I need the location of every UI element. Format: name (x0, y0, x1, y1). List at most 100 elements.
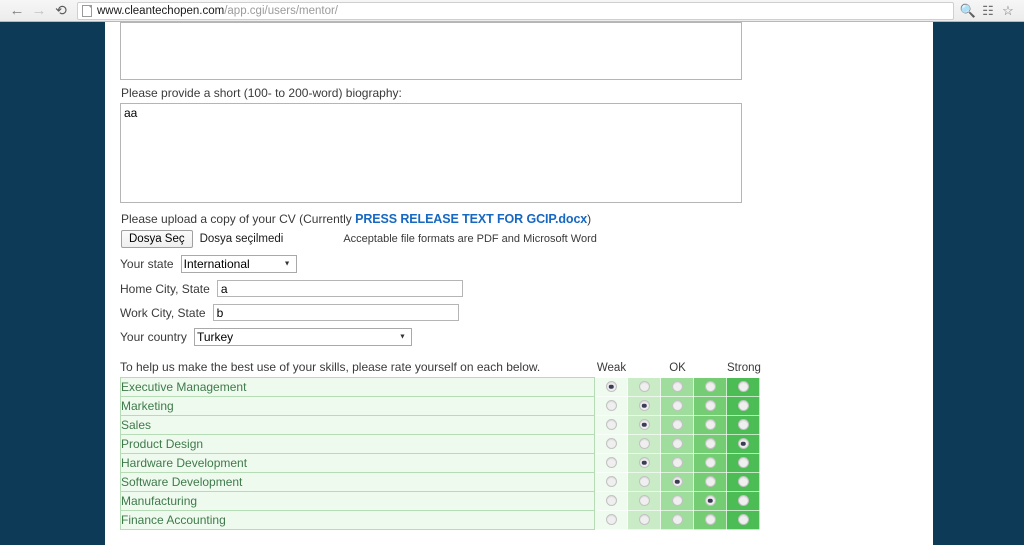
skill-rating-cell[interactable] (693, 491, 727, 511)
rating-radio-2[interactable] (638, 495, 650, 507)
cv-file-link[interactable]: PRESS RELEASE TEXT FOR GCIP.docx (355, 212, 587, 226)
skill-rating-cell[interactable] (594, 510, 628, 530)
skill-rating-cell[interactable] (693, 453, 727, 473)
rating-radio-4[interactable] (704, 476, 716, 488)
rating-radio-2[interactable] (638, 381, 650, 393)
rating-radio-4[interactable] (704, 457, 716, 469)
rating-radio-3[interactable] (671, 381, 683, 393)
skill-rating-cell[interactable] (726, 396, 760, 416)
skill-rating-cell[interactable] (726, 453, 760, 473)
rating-radio-5[interactable] (737, 381, 749, 393)
skill-rating-cell[interactable] (627, 396, 661, 416)
rating-radio-1[interactable] (605, 514, 617, 526)
skill-rating-cell[interactable] (726, 472, 760, 492)
rating-radio-3[interactable] (671, 400, 683, 412)
state-select-wrapper[interactable]: International (180, 255, 297, 273)
rating-radio-3[interactable] (671, 457, 683, 469)
skill-rating-cell[interactable] (627, 472, 661, 492)
skill-rating-cell[interactable] (594, 453, 628, 473)
skill-rating-cell[interactable] (726, 491, 760, 511)
skill-rating-cell[interactable] (660, 396, 694, 416)
skill-rating-cell[interactable] (594, 491, 628, 511)
choose-file-button[interactable]: Dosya Seç (121, 230, 193, 248)
back-arrow-icon[interactable]: ← (6, 1, 28, 21)
star-icon[interactable]: ☆ (998, 1, 1018, 21)
skill-rating-cell[interactable] (660, 377, 694, 397)
rating-radio-1[interactable] (605, 495, 617, 507)
mentor-form: Please provide a short (100- to 200-word… (120, 22, 780, 530)
skill-rating-cell[interactable] (693, 510, 727, 530)
skill-rating-cell[interactable] (660, 472, 694, 492)
skill-rating-cell[interactable] (627, 453, 661, 473)
rating-radio-4[interactable] (704, 381, 716, 393)
skill-rating-cell[interactable] (693, 472, 727, 492)
rating-radio-5[interactable] (737, 495, 749, 507)
rating-radio-2[interactable] (638, 400, 650, 412)
rating-radio-1[interactable] (605, 400, 617, 412)
extension-icon[interactable]: ☷ (978, 1, 998, 21)
rating-radio-2[interactable] (638, 419, 650, 431)
skill-rating-cell[interactable] (693, 377, 727, 397)
file-upload-row: Dosya Seç Dosya seçilmedi Acceptable fil… (121, 230, 780, 248)
rating-radio-1[interactable] (605, 438, 617, 450)
skill-rating-cell[interactable] (660, 491, 694, 511)
rating-radio-2[interactable] (638, 476, 650, 488)
rating-radio-3[interactable] (671, 495, 683, 507)
skill-rating-cell[interactable] (594, 434, 628, 454)
skill-rating-cell[interactable] (627, 491, 661, 511)
rating-radio-4[interactable] (704, 514, 716, 526)
country-select-wrapper[interactable]: Turkey (193, 328, 412, 346)
rating-radio-5[interactable] (737, 514, 749, 526)
rating-radio-5[interactable] (737, 400, 749, 412)
rating-radio-5[interactable] (737, 476, 749, 488)
skill-rating-cell[interactable] (627, 415, 661, 435)
rating-radio-1[interactable] (605, 476, 617, 488)
skill-rating-cell[interactable] (594, 396, 628, 416)
skill-rating-cell[interactable] (594, 415, 628, 435)
rating-radio-1[interactable] (605, 419, 617, 431)
magnifier-icon[interactable]: 🔍 (958, 1, 978, 21)
skill-rating-cell[interactable] (726, 510, 760, 530)
skill-rating-cell[interactable] (693, 415, 727, 435)
skill-rating-cell[interactable] (660, 415, 694, 435)
skill-rating-cell[interactable] (627, 377, 661, 397)
state-select[interactable]: International (180, 255, 297, 273)
address-bar[interactable]: www.cleantechopen.com/app.cgi/users/ment… (77, 1, 954, 20)
skill-rating-cell[interactable] (726, 377, 760, 397)
rating-radio-4[interactable] (704, 419, 716, 431)
rating-radio-4[interactable] (704, 438, 716, 450)
rating-radio-2[interactable] (638, 438, 650, 450)
rating-radio-3[interactable] (671, 476, 683, 488)
rating-radio-5[interactable] (737, 457, 749, 469)
country-select[interactable]: Turkey (193, 328, 412, 346)
work-city-input[interactable] (212, 304, 459, 321)
biography-textarea[interactable]: aa (120, 103, 742, 203)
page-info-icon[interactable] (82, 4, 92, 17)
rating-radio-3[interactable] (671, 514, 683, 526)
reload-icon[interactable]: ⟲ (50, 1, 72, 21)
rating-radio-3[interactable] (671, 438, 683, 450)
skill-rating-cell[interactable] (660, 453, 694, 473)
skill-rating-cell[interactable] (627, 510, 661, 530)
previous-question-textarea[interactable] (120, 22, 742, 80)
skill-rating-cell[interactable] (693, 434, 727, 454)
rating-radio-5[interactable] (737, 438, 749, 450)
forward-arrow-icon[interactable]: → (28, 1, 50, 21)
rating-radio-4[interactable] (704, 400, 716, 412)
rating-radio-5[interactable] (737, 419, 749, 431)
skill-rating-cell[interactable] (693, 396, 727, 416)
skill-rating-cell[interactable] (726, 434, 760, 454)
skill-rating-cell[interactable] (726, 415, 760, 435)
skill-rating-cell[interactable] (627, 434, 661, 454)
rating-radio-1[interactable] (605, 457, 617, 469)
skill-rating-cell[interactable] (594, 472, 628, 492)
rating-radio-4[interactable] (704, 495, 716, 507)
skill-rating-cell[interactable] (594, 377, 628, 397)
skill-rating-cell[interactable] (660, 434, 694, 454)
home-city-input[interactable] (216, 280, 463, 297)
rating-radio-2[interactable] (638, 457, 650, 469)
rating-radio-3[interactable] (671, 419, 683, 431)
skill-rating-cell[interactable] (660, 510, 694, 530)
rating-radio-1[interactable] (605, 381, 617, 393)
rating-radio-2[interactable] (638, 514, 650, 526)
